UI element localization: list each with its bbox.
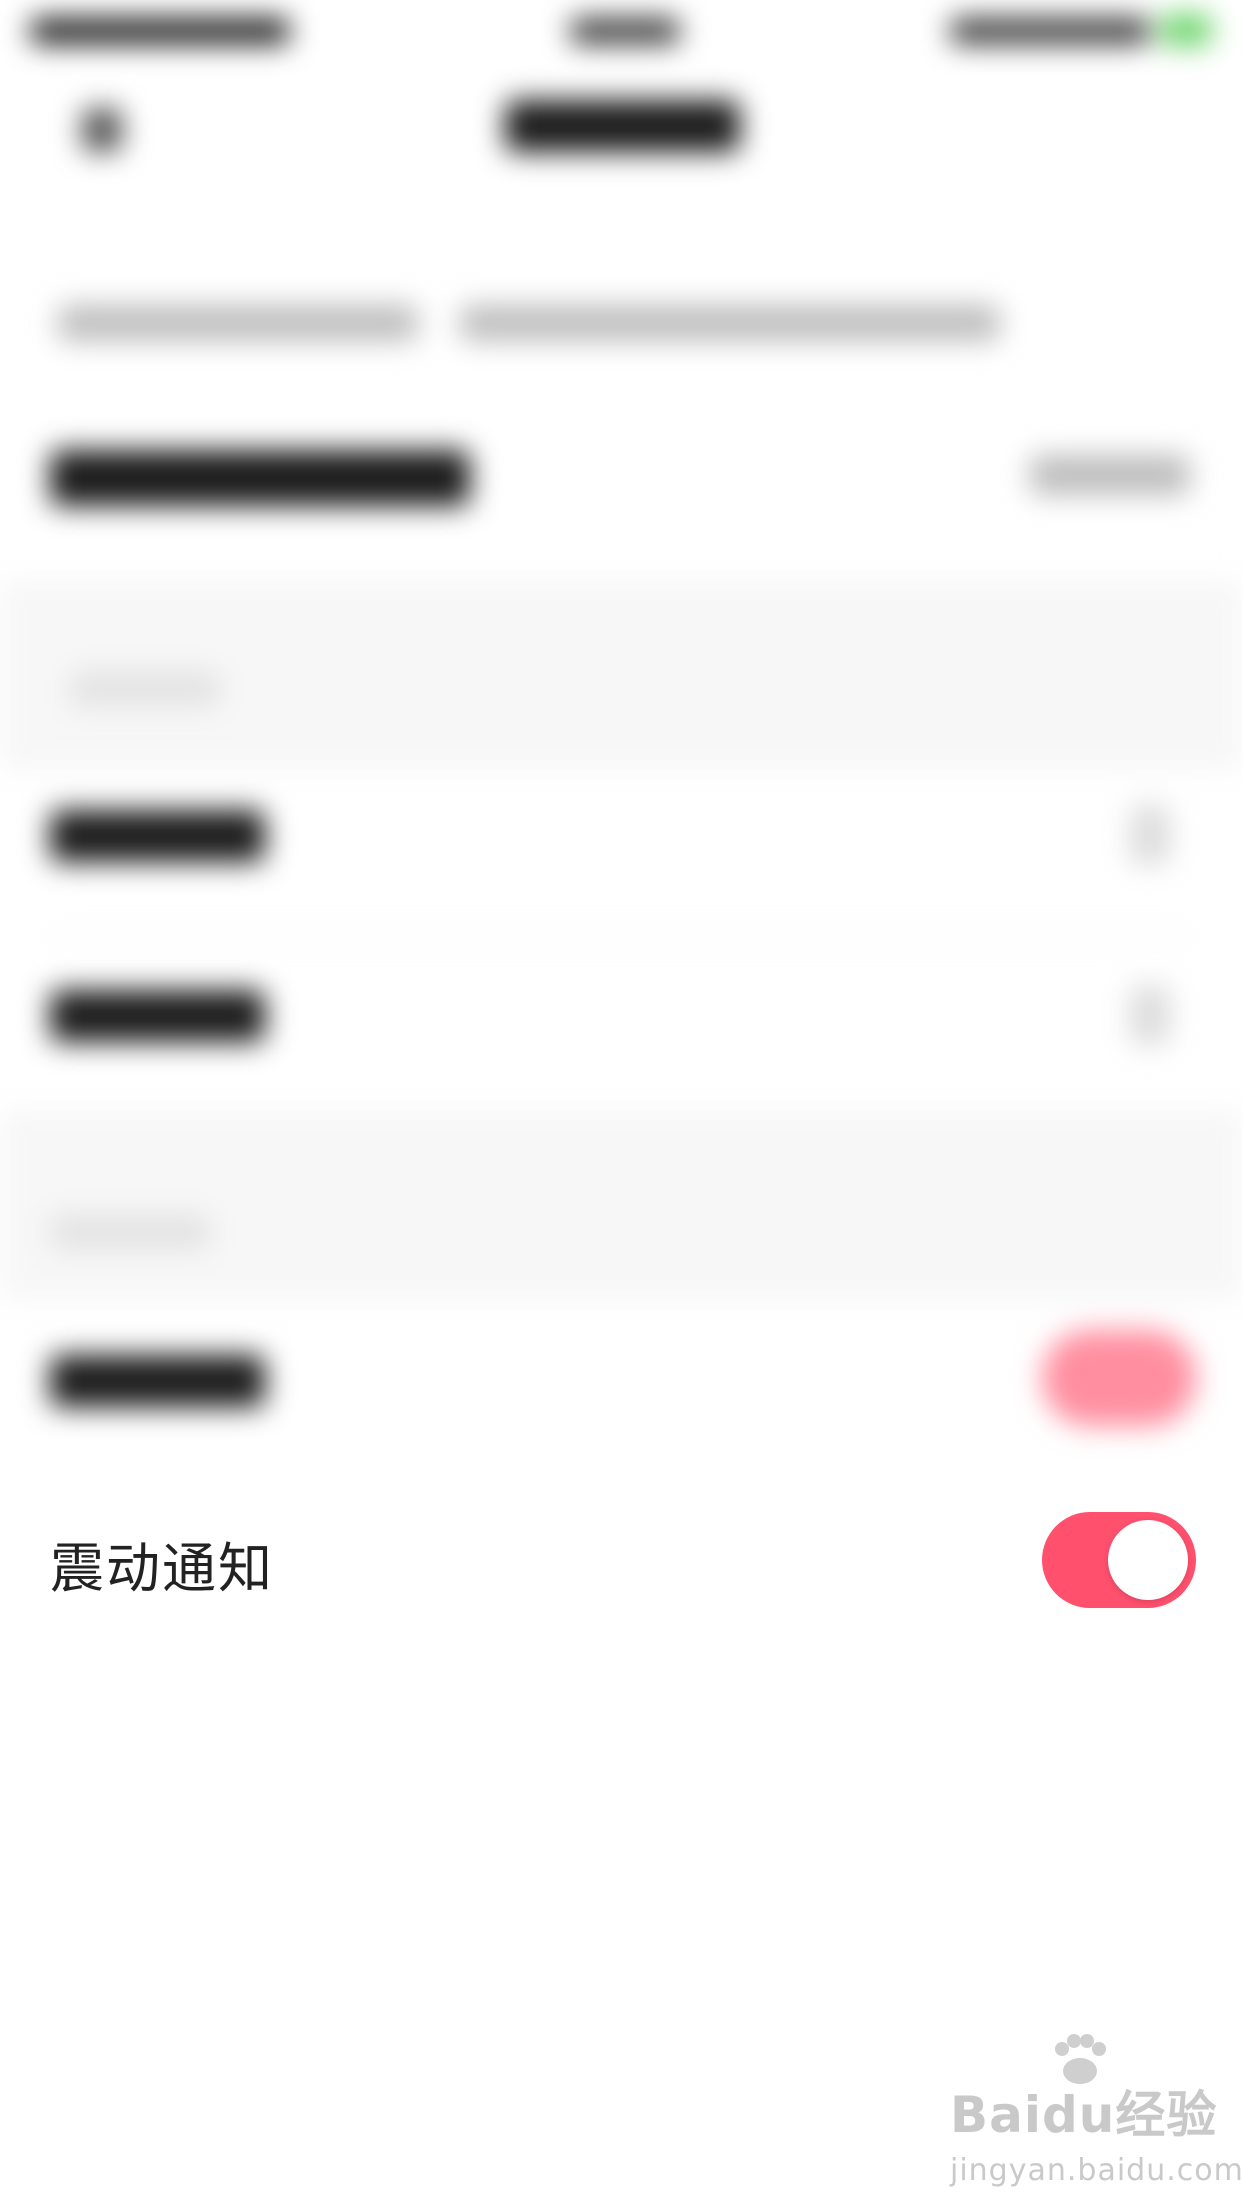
back-arrow-icon[interactable] (82, 108, 122, 152)
section-gap (0, 1110, 1242, 1300)
status-time (570, 18, 680, 44)
vibrate-notification-toggle[interactable] (1042, 1512, 1196, 1608)
baidu-watermark: Baidu经验 jingyan.baidu.com (950, 2034, 1242, 2188)
vibrate-notification-row: 震动通知 (0, 1468, 1242, 1653)
row-3-title (50, 990, 265, 1042)
battery-icon (1160, 14, 1212, 46)
status-right (950, 18, 1150, 44)
row-title (50, 450, 470, 506)
row-value (1030, 455, 1190, 495)
nav-title (505, 100, 740, 152)
baidu-paw-icon (1055, 2034, 1106, 2084)
status-carrier (30, 18, 290, 44)
row-2-title (50, 810, 265, 862)
toggle-knob (1108, 1520, 1188, 1600)
section-header-2 (50, 1215, 210, 1249)
vibrate-notification-label: 震动通知 (50, 1537, 274, 1600)
section-header (70, 672, 220, 706)
divider (50, 935, 1196, 937)
description-text-a (58, 305, 418, 341)
blurred-background (0, 0, 1242, 2208)
chevron-right-icon (1130, 805, 1170, 865)
blurred-toggle (1042, 1330, 1196, 1426)
watermark-url: jingyan.baidu.com (950, 2153, 1242, 2188)
description-text-b (460, 305, 1000, 341)
row-4-title (50, 1355, 265, 1407)
chevron-right-icon (1130, 985, 1170, 1045)
